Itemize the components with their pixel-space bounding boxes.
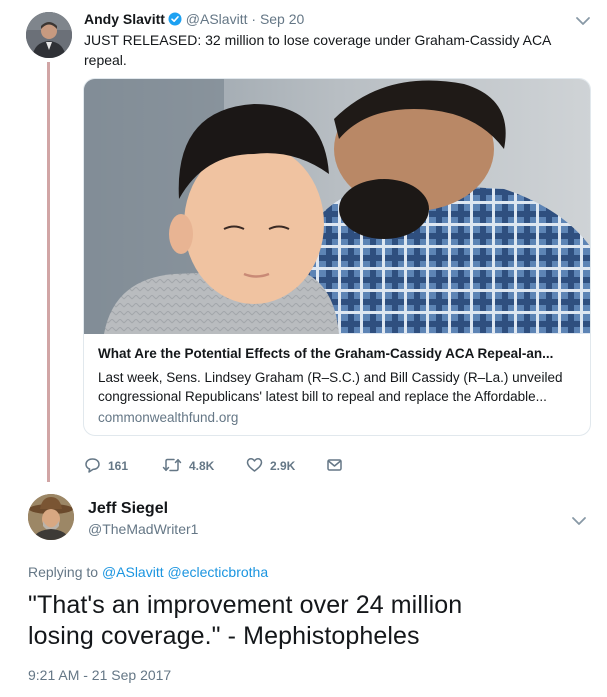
card-description-line: congressional Republicans' latest bill t…	[98, 389, 547, 404]
tweet-text-line: losing coverage." - Mephistopheles	[28, 622, 420, 650]
like-count: 2.9K	[270, 459, 296, 473]
retweet-count: 4.8K	[189, 459, 215, 473]
author-name[interactable]: Andy Slavitt	[84, 11, 165, 27]
like-button[interactable]: 2.9K	[246, 456, 295, 476]
tweet-text-line: JUST RELEASED: 32 million to lose covera…	[84, 32, 552, 48]
tweet-text-line: repeal.	[84, 52, 127, 68]
header-separator: ·	[247, 11, 260, 27]
tweet-date[interactable]: Sep 20	[260, 11, 304, 27]
envelope-icon	[326, 457, 350, 476]
card-description-line: Last week, Sens. Lindsey Graham (R–S.C.)…	[98, 370, 563, 385]
author-name[interactable]: Jeff Siegel	[88, 499, 168, 519]
reply-button[interactable]: 161	[84, 456, 128, 476]
tweet-header: Andy Slavitt @ASlavitt · Sep 20	[84, 10, 304, 30]
retweet-icon	[162, 457, 189, 476]
tweet-text-line: "That's an improvement over 24 million	[28, 591, 463, 619]
thread-connector-line	[47, 62, 50, 482]
mention-link[interactable]: @ASlavitt	[102, 564, 164, 580]
chevron-down-icon[interactable]	[575, 14, 591, 26]
avatar-photo	[26, 12, 72, 58]
card-image	[84, 79, 590, 334]
direct-message-button[interactable]	[326, 456, 350, 476]
card-description: Last week, Sens. Lindsey Graham (R–S.C.)…	[98, 368, 584, 406]
link-preview-card[interactable]: What Are the Potential Effects of the Gr…	[83, 78, 591, 436]
reply-count: 161	[108, 459, 129, 473]
tweet-text: JUST RELEASED: 32 million to lose covera…	[84, 30, 584, 70]
author-avatar[interactable]	[26, 12, 72, 58]
verified-badge-icon	[168, 12, 182, 30]
card-title: What Are the Potential Effects of the Gr…	[98, 346, 554, 361]
mention-link[interactable]: @eclecticbrotha	[168, 564, 269, 580]
avatar-photo	[28, 494, 74, 540]
tweet-text: "That's an improvement over 24 million l…	[28, 590, 588, 652]
reply-icon	[84, 457, 108, 476]
author-avatar[interactable]	[28, 494, 74, 540]
heart-icon	[246, 457, 270, 476]
replying-to-prefix: Replying to	[28, 564, 102, 580]
replying-to: Replying to @ASlavitt @eclecticbrotha	[28, 563, 268, 581]
author-handle[interactable]: @TheMadWriter1	[88, 520, 198, 538]
chevron-down-icon[interactable]	[571, 514, 587, 526]
tweet-timestamp[interactable]: 9:21 AM - 21 Sep 2017	[28, 666, 171, 684]
retweet-button[interactable]: 4.8K	[162, 456, 214, 476]
author-handle[interactable]: @ASlavitt	[186, 11, 248, 27]
card-domain: commonwealthfund.org	[98, 410, 239, 425]
